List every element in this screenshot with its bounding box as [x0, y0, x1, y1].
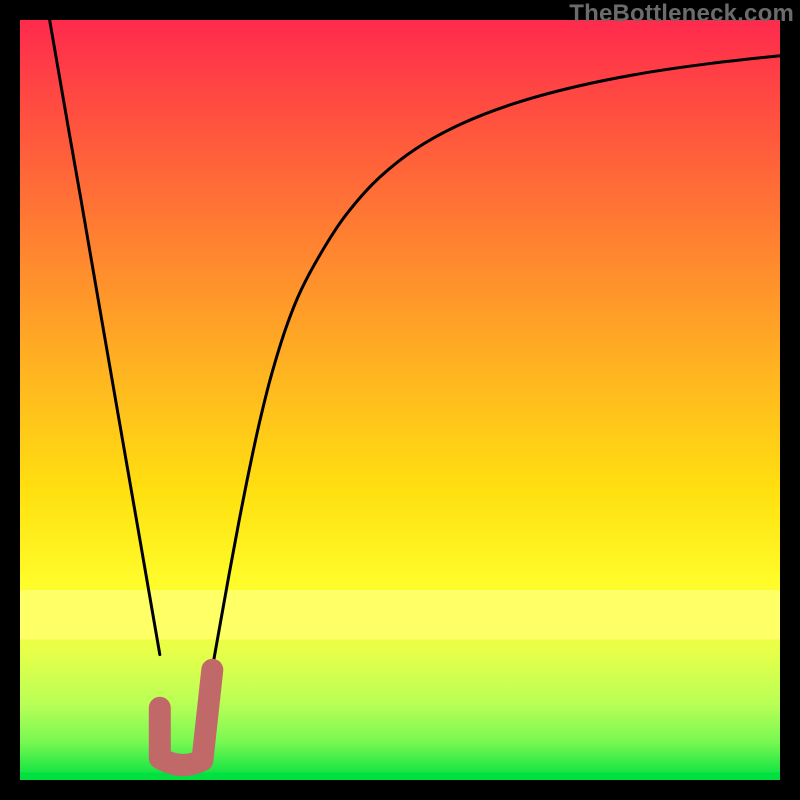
gradient-background	[20, 20, 780, 780]
chart-frame: TheBottleneck.com	[0, 0, 800, 800]
chart-svg	[20, 20, 780, 780]
highlight-band	[20, 590, 780, 639]
watermark-text: TheBottleneck.com	[569, 0, 794, 28]
plot-area	[20, 20, 780, 780]
